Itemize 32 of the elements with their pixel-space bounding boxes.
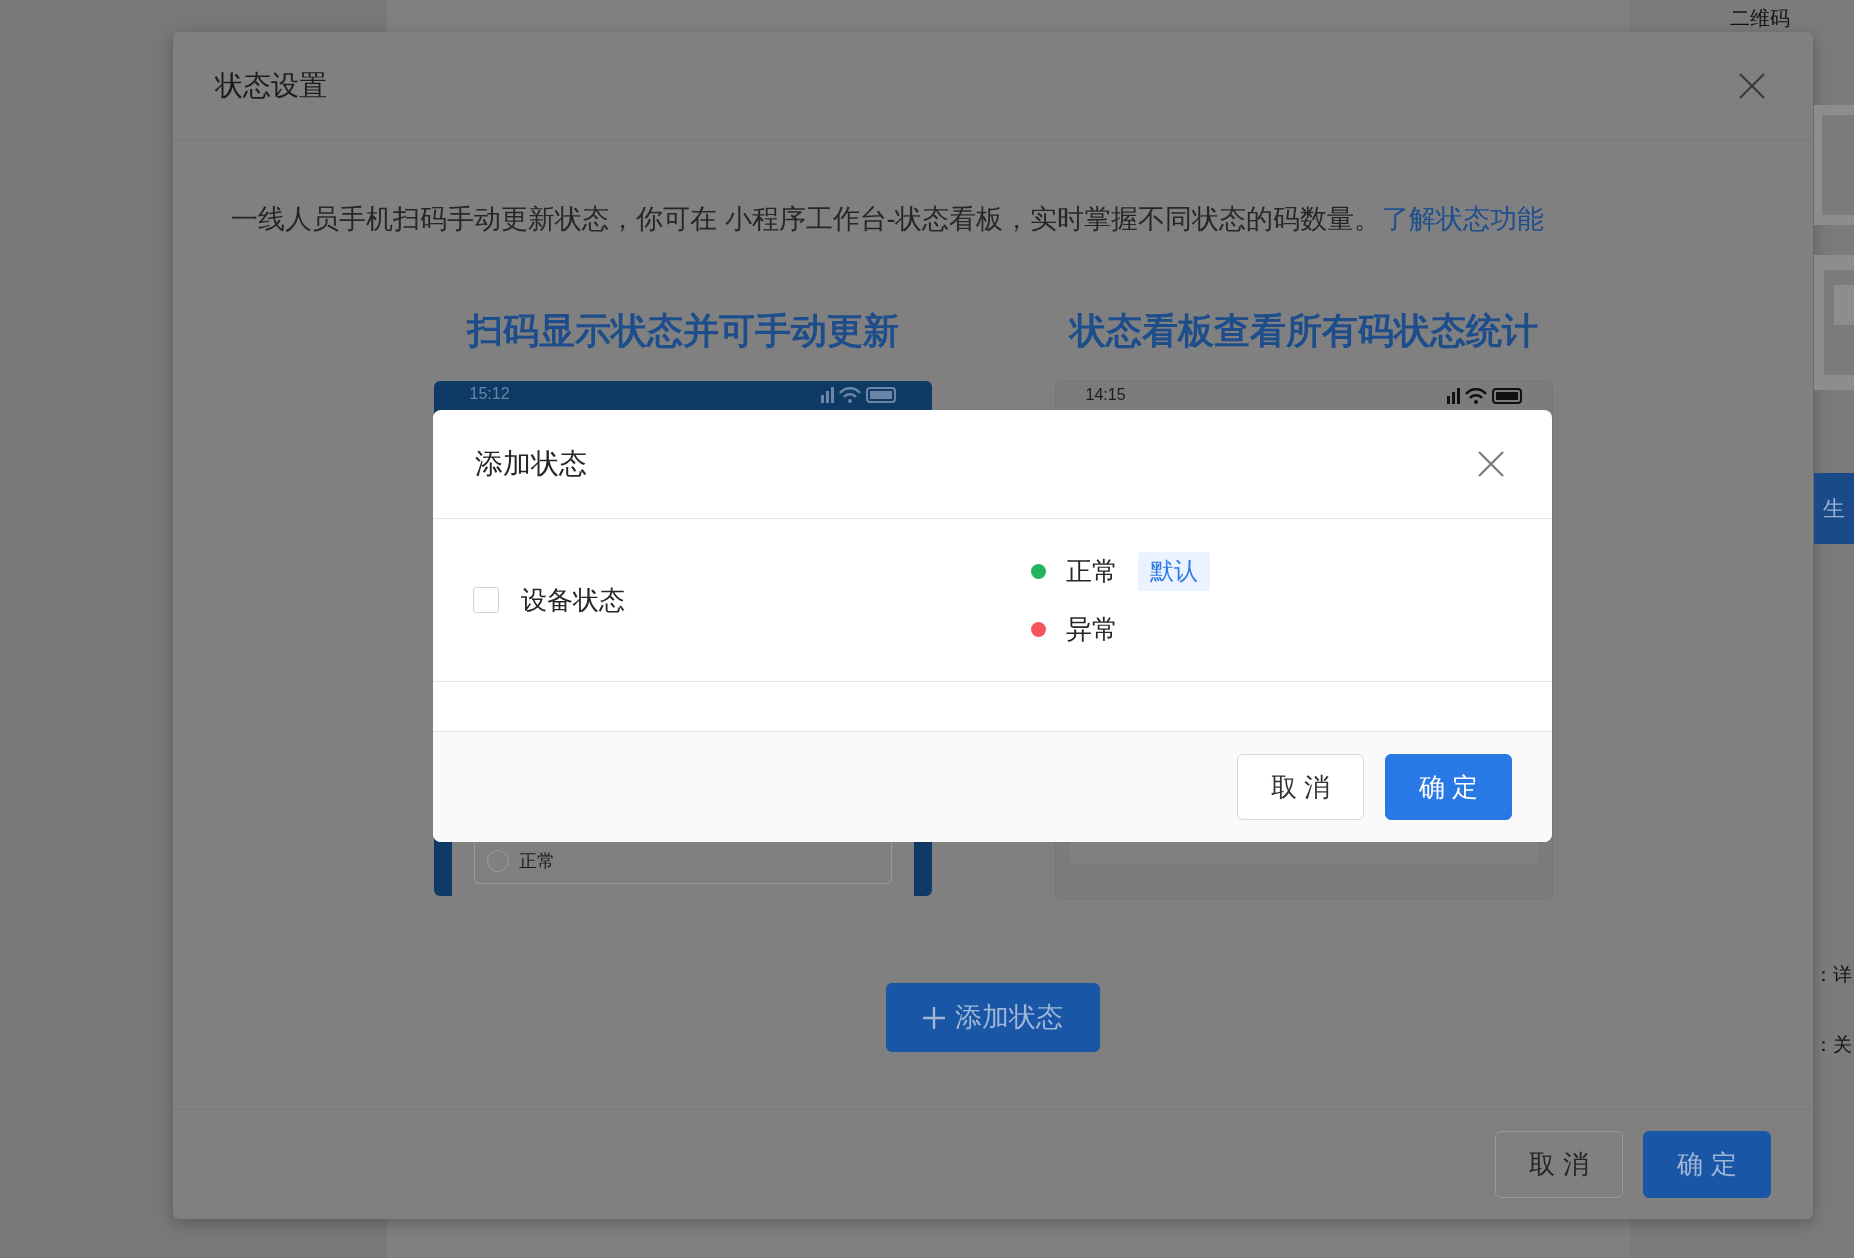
cancel-button[interactable]: 取 消 <box>1495 1131 1623 1198</box>
detail-text: ：详 <box>1814 963 1852 987</box>
close-icon[interactable] <box>1739 73 1765 99</box>
generate-button[interactable]: 生 <box>1814 473 1854 544</box>
checkbox[interactable] <box>473 587 499 613</box>
preview-heading: 状态看板查看所有码状态统计 <box>1069 309 1538 353</box>
plus-icon <box>923 1006 945 1029</box>
status-label: 异常 <box>1066 612 1118 646</box>
detail-text: ：关 <box>1814 1033 1852 1057</box>
learn-more-link[interactable]: 了解状态功能 <box>1381 202 1544 236</box>
option-label: 正常 <box>518 849 555 873</box>
wifi-icon <box>838 385 861 403</box>
default-tag: 默认 <box>1138 551 1210 591</box>
cancel-button[interactable]: 取 消 <box>1237 754 1364 820</box>
confirm-button[interactable]: 确 定 <box>1385 754 1512 820</box>
wifi-icon <box>1464 386 1487 404</box>
description-text: 一线人员手机扫码手动更新状态，你可在 小程序工作台-状态看板，实时掌握不同状态的码数量。 <box>231 203 1382 236</box>
battery-icon <box>865 385 896 403</box>
signal-icon <box>1446 386 1460 404</box>
add-status-button[interactable]: 添加状态 <box>886 983 1100 1052</box>
confirm-button[interactable]: 确 定 <box>1643 1131 1771 1198</box>
status-label: 正常 <box>1066 554 1118 588</box>
dialog-title: 添加状态 <box>475 447 587 481</box>
phone-time: 14:15 <box>1085 386 1126 404</box>
dialog-title: 状态设置 <box>215 69 327 103</box>
page-heading: 二维码 <box>1730 6 1790 30</box>
phone-time: 15:12 <box>469 385 510 403</box>
preview-heading: 扫码显示状态并可手动更新 <box>466 309 899 353</box>
group-label: 设备状态 <box>521 583 625 617</box>
signal-icon <box>820 385 834 403</box>
close-icon[interactable] <box>1478 451 1504 477</box>
battery-icon <box>1491 386 1522 404</box>
